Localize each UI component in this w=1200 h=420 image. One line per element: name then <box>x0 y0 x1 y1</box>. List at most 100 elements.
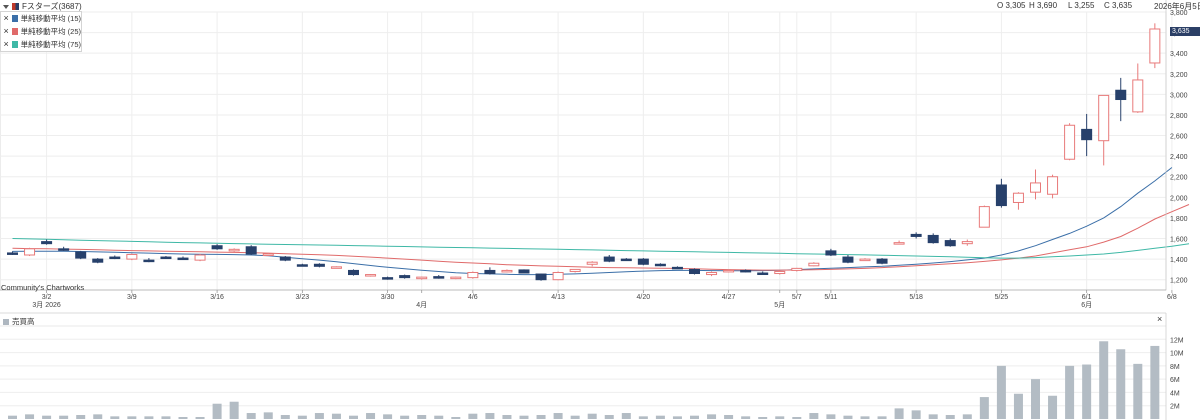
legend-item-ma25[interactable]: × 単純移動平均 (25) <box>1 25 81 38</box>
volume-bar <box>741 416 751 419</box>
volume-tick-label: 10M <box>1170 351 1184 358</box>
candle-up <box>467 271 479 279</box>
candle-down <box>535 273 547 281</box>
legend-item-ma15[interactable]: × 単純移動平均 (15) <box>1 12 81 25</box>
volume-bar <box>314 413 324 419</box>
volume-bar <box>417 415 427 419</box>
legend-swatch <box>12 28 18 35</box>
ohlc-open: O 3,305 <box>997 1 1026 10</box>
candle-down <box>842 256 854 263</box>
candle-up <box>723 269 735 273</box>
volume-bar <box>877 416 887 419</box>
remove-indicator-icon[interactable]: × <box>3 14 9 23</box>
price-tick-label: 1,800 <box>1170 216 1188 223</box>
candle-up <box>791 267 803 271</box>
volume-bar <box>911 410 921 419</box>
candle-down <box>944 240 956 247</box>
candle-down <box>671 266 683 270</box>
volume-bar <box>792 417 802 419</box>
candle-down <box>92 258 104 263</box>
volume-tick-label: 8M <box>1170 364 1180 371</box>
candle-down <box>927 234 939 244</box>
volume-bar <box>775 416 785 419</box>
volume-bar <box>25 414 35 419</box>
volume-bar <box>195 417 205 419</box>
volume-panel-header: 売買高 <box>3 316 35 327</box>
volume-bar <box>621 413 631 419</box>
volume-tick-label: 12M <box>1170 337 1184 344</box>
candle-down <box>1081 128 1093 141</box>
volume-bar <box>246 413 256 419</box>
candle-down <box>433 276 445 279</box>
candle-down <box>382 277 394 280</box>
candle-down <box>7 252 18 255</box>
volume-bar <box>212 403 222 419</box>
candle-down <box>313 263 325 267</box>
volume-bar <box>570 415 580 419</box>
date-axis: 3/23月 2026 3/9 3/16 3/23 3/30 4月 4/6 4/13 4/20 4/… <box>0 289 1177 309</box>
candle-up <box>1047 176 1059 195</box>
volume-bar <box>502 415 512 419</box>
candle-up <box>1064 124 1076 160</box>
candle-down <box>620 258 632 262</box>
price-tick-label: 1,400 <box>1170 257 1188 264</box>
volume-bar <box>127 416 137 419</box>
volume-bar <box>434 415 444 419</box>
volume-bar <box>1013 393 1023 419</box>
date-tick-label: 3/16 <box>210 294 224 301</box>
price-tick-label: 2,400 <box>1170 154 1188 161</box>
legend-item-ma75[interactable]: × 単純移動平均 (75) <box>1 38 81 51</box>
price-tick-label: 2,800 <box>1170 113 1188 120</box>
price-plot-frame <box>0 11 1167 291</box>
volume-bar <box>996 365 1006 419</box>
candle-up <box>961 241 973 245</box>
moving-average-line <box>12 238 1190 259</box>
candle-down <box>637 258 649 265</box>
volume-tick-label: 2M <box>1170 404 1180 411</box>
volume-bar <box>1150 345 1160 419</box>
volume-panel-title: 売買高 <box>12 317 35 326</box>
candle-down <box>399 275 411 279</box>
candle-up <box>774 270 786 275</box>
close-panel-icon[interactable]: × <box>1157 314 1162 324</box>
stock-chart: 1,200 1,400 1,600 1,800 2,000 2,200 2,400 2,600… <box>0 0 1190 420</box>
candle-up <box>450 276 462 280</box>
volume-bar <box>724 415 734 419</box>
volume-bar <box>468 413 478 419</box>
volume-bar <box>690 415 699 419</box>
candle-down <box>143 259 155 263</box>
legend-label: 単純移動平均 (75) <box>20 40 81 49</box>
price-tick-label: 2,200 <box>1170 175 1188 182</box>
candle-up <box>126 253 138 260</box>
volume-tick-label: 4M <box>1170 390 1180 397</box>
ohlc-close: C 3,635 <box>1104 1 1133 10</box>
candle-up <box>228 248 240 252</box>
volume-bar <box>604 415 614 419</box>
candle-down <box>654 263 666 267</box>
volume-axis: 2M 4M 6M 8M 10M 12M <box>1165 313 1184 420</box>
moving-average-line <box>12 204 1190 271</box>
ohlc-low: L 3,255 <box>1068 1 1095 10</box>
candle-down <box>740 269 752 273</box>
candle-up <box>859 258 871 262</box>
volume-bar <box>8 415 17 419</box>
dropdown-caret-icon[interactable] <box>3 4 9 9</box>
volume-bar <box>553 413 563 419</box>
volume-bar <box>144 416 154 419</box>
volume-bar <box>638 416 648 419</box>
candle-down <box>825 250 837 256</box>
remove-indicator-icon[interactable]: × <box>3 27 9 36</box>
candle-down <box>58 248 70 251</box>
remove-indicator-icon[interactable]: × <box>3 40 9 49</box>
price-tick-label: 2,600 <box>1170 134 1188 141</box>
month-label: 6月 <box>1081 301 1092 309</box>
volume-bar <box>1082 364 1092 419</box>
candle-up <box>24 248 36 256</box>
volume-bar <box>758 417 768 419</box>
candle-down <box>41 241 53 245</box>
volume-bar <box>655 415 665 419</box>
date-tick-label: 3/9 <box>127 294 137 301</box>
month-label: 3月 2026 <box>32 301 61 309</box>
volume-bar <box>383 414 393 419</box>
volume-bar <box>587 413 597 419</box>
